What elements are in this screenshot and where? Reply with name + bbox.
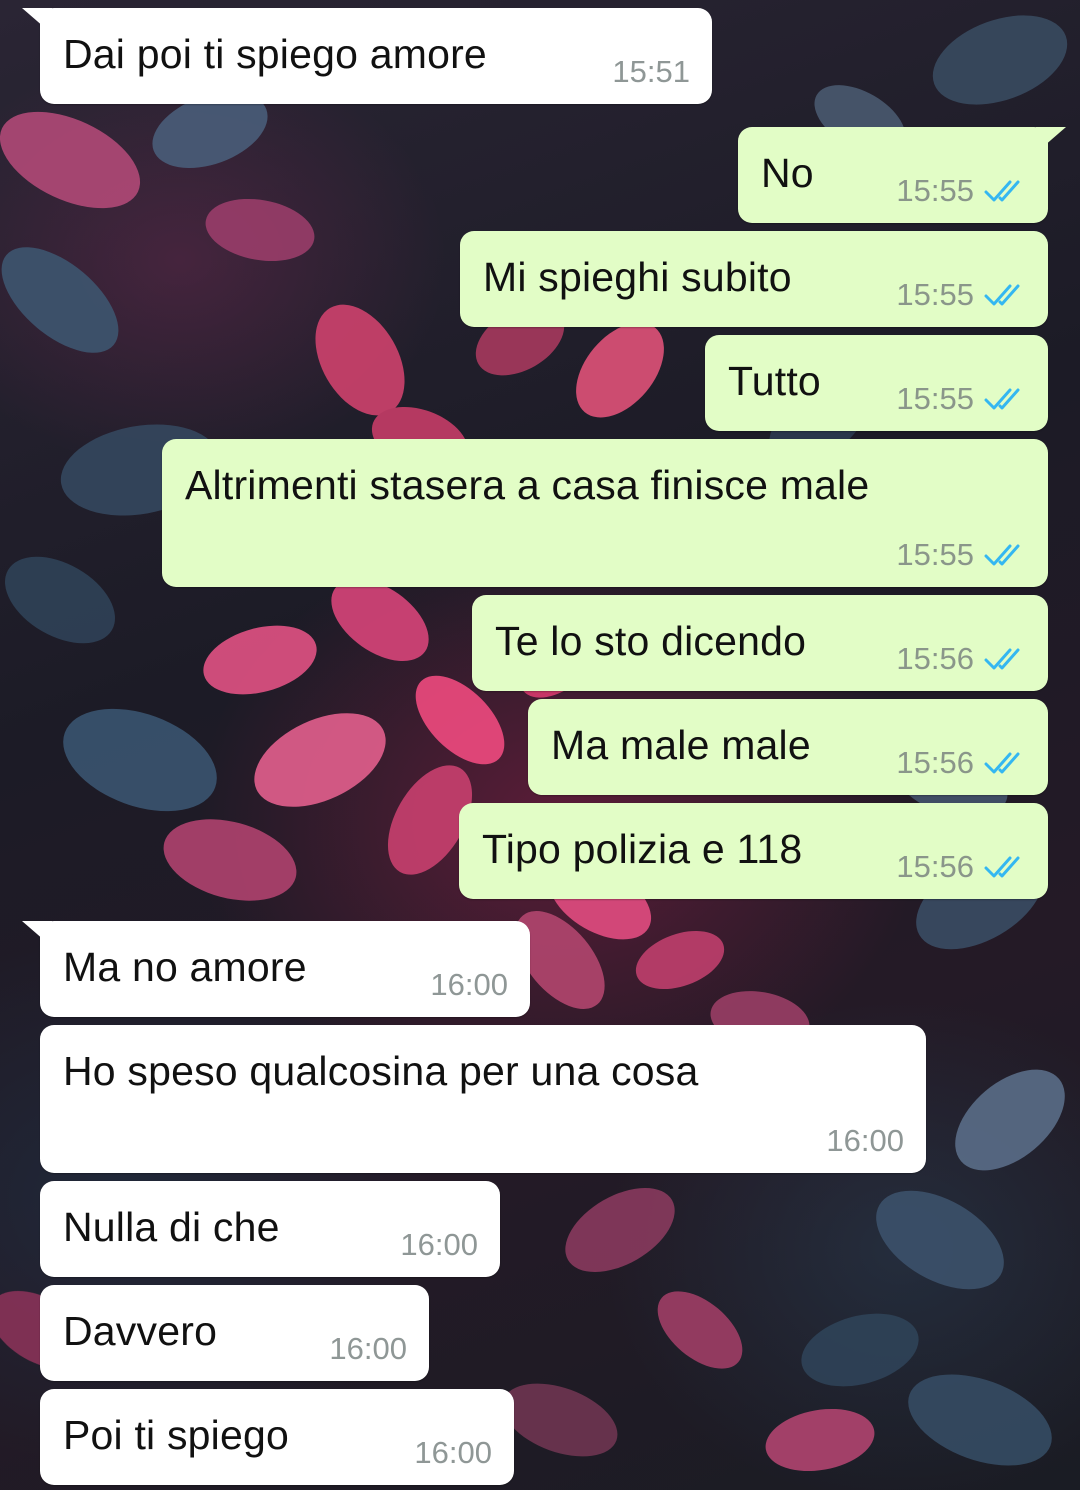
message-meta: 16:00 bbox=[329, 1331, 407, 1367]
message-text: Tutto bbox=[728, 358, 821, 404]
double-check-read-icon bbox=[984, 544, 1020, 566]
message-time: 15:56 bbox=[896, 745, 974, 780]
message-time: 15:56 bbox=[896, 641, 974, 676]
message-time: 16:00 bbox=[400, 1227, 478, 1262]
message-text: Te lo sto dicendo bbox=[495, 618, 807, 664]
message-text: Altrimenti stasera a casa finisce male bbox=[185, 462, 870, 508]
message-text: Ho speso qualcosina per una cosa bbox=[63, 1048, 699, 1094]
message-text: No bbox=[761, 150, 814, 196]
double-check-read-icon bbox=[984, 388, 1020, 410]
message-text: Nulla di che bbox=[63, 1204, 280, 1250]
double-check-read-icon bbox=[984, 648, 1020, 670]
message-bubble-outgoing[interactable]: Te lo sto dicendo 15:56 bbox=[472, 595, 1048, 691]
message-bubble-outgoing[interactable]: Tutto 15:55 bbox=[705, 335, 1048, 431]
double-check-read-icon bbox=[984, 284, 1020, 306]
message-time: 16:00 bbox=[430, 967, 508, 1002]
message-text: Ma male male bbox=[551, 722, 811, 768]
message-text: Mi spieghi subito bbox=[483, 254, 792, 300]
message-time: 15:56 bbox=[896, 849, 974, 884]
message-meta: 16:00 bbox=[400, 1227, 478, 1263]
message-time: 15:55 bbox=[896, 537, 974, 572]
message-bubble-outgoing[interactable]: No 15:55 bbox=[738, 127, 1066, 223]
message-meta: 15:56 bbox=[896, 641, 1026, 677]
message-meta: 15:55 bbox=[896, 277, 1026, 313]
message-time: 15:55 bbox=[896, 173, 974, 208]
message-meta: 15:55 bbox=[896, 537, 1026, 573]
message-meta: 15:51 bbox=[612, 54, 690, 90]
message-bubble-outgoing[interactable]: Mi spieghi subito 15:55 bbox=[460, 231, 1048, 327]
message-meta: 15:56 bbox=[896, 849, 1026, 885]
message-text: Davvero bbox=[63, 1308, 218, 1354]
message-time: 16:00 bbox=[329, 1331, 407, 1366]
message-meta: 16:00 bbox=[414, 1435, 492, 1471]
message-bubble-incoming[interactable]: Ho speso qualcosina per una cosa 16:00 bbox=[40, 1025, 926, 1173]
message-bubble-incoming[interactable]: Nulla di che 16:00 bbox=[40, 1181, 500, 1277]
message-bubble-outgoing[interactable]: Ma male male 15:56 bbox=[528, 699, 1048, 795]
message-text: Tipo polizia e 118 bbox=[482, 826, 803, 872]
message-text: Ma no amore bbox=[63, 944, 307, 990]
message-time: 15:51 bbox=[612, 54, 690, 89]
message-bubble-incoming[interactable]: Davvero 16:00 bbox=[40, 1285, 429, 1381]
message-meta: 16:00 bbox=[430, 967, 508, 1003]
bubble-tail bbox=[22, 8, 52, 34]
message-meta: 15:55 bbox=[896, 381, 1026, 417]
double-check-read-icon bbox=[984, 856, 1020, 878]
message-text: Dai poi ti spiego amore bbox=[63, 31, 487, 77]
message-bubble-outgoing[interactable]: Tipo polizia e 118 15:56 bbox=[459, 803, 1048, 899]
double-check-read-icon bbox=[984, 752, 1020, 774]
double-check-read-icon bbox=[984, 180, 1020, 202]
message-time: 16:00 bbox=[826, 1123, 904, 1158]
bubble-tail bbox=[22, 921, 52, 947]
message-meta: 16:00 bbox=[826, 1123, 904, 1159]
message-time: 16:00 bbox=[414, 1435, 492, 1470]
message-meta: 15:55 bbox=[896, 173, 1026, 209]
message-bubble-incoming[interactable]: Poi ti spiego 16:00 bbox=[40, 1389, 514, 1485]
message-meta: 15:56 bbox=[896, 745, 1026, 781]
message-bubble-incoming[interactable]: Ma no amore 16:00 bbox=[22, 921, 530, 1017]
bubble-tail bbox=[1036, 127, 1066, 153]
message-time: 15:55 bbox=[896, 277, 974, 312]
message-bubble-incoming[interactable]: Dai poi ti spiego amore 15:51 bbox=[22, 8, 712, 104]
message-text: Poi ti spiego bbox=[63, 1412, 289, 1458]
message-bubble-outgoing[interactable]: Altrimenti stasera a casa finisce male 1… bbox=[162, 439, 1048, 587]
message-time: 15:55 bbox=[896, 381, 974, 416]
